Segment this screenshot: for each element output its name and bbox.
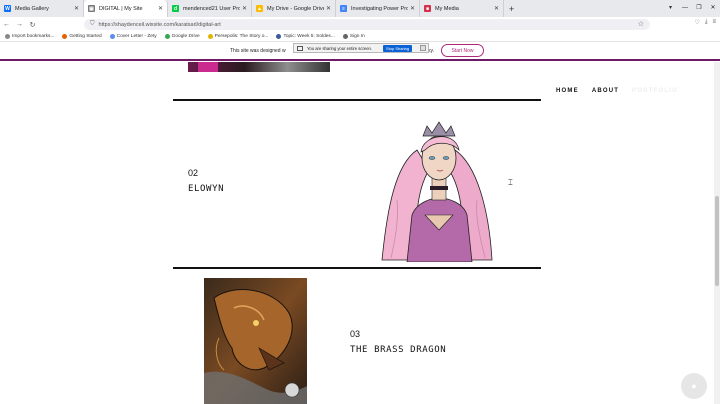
nav-home[interactable]: HOME <box>556 88 579 94</box>
artwork-image-elowyn[interactable] <box>377 120 497 262</box>
artwork-image-previous[interactable] <box>188 62 330 72</box>
mouse-cursor-icon: ⌶ <box>508 178 513 187</box>
browser-tab[interactable]: d mendenced21 User Profile | Dr...✕ <box>168 0 252 17</box>
address-bar[interactable]: ⛉ https://shaydenceil.wixsite.com/karats… <box>84 19 650 30</box>
bookmark-item[interactable]: Persepolis: The Story o... <box>207 34 269 39</box>
forward-icon[interactable]: → <box>13 21 26 28</box>
nav-about[interactable]: ABOUT <box>592 88 619 94</box>
close-tab-icon[interactable]: ✕ <box>158 5 163 12</box>
section-divider <box>173 99 541 101</box>
maximize-icon[interactable]: ❐ <box>692 0 706 17</box>
artwork-title: THE BRASS DRAGON <box>350 345 447 355</box>
site-icon: ▣ <box>88 5 95 12</box>
bookmark-star-icon[interactable]: ☆ <box>638 20 644 28</box>
bookmark-icon <box>207 34 213 39</box>
shield-icon: ⛉ <box>90 21 95 27</box>
tab-label: mendenced21 User Profile | Dr... <box>183 5 240 12</box>
tab-label: My Media <box>435 5 459 12</box>
wix-banner-message: This site was designed w <box>230 48 286 54</box>
bookmark-icon <box>164 34 170 39</box>
section-divider <box>173 267 541 269</box>
screen-share-bar: You are sharing your entire screen. Stop… <box>293 43 429 53</box>
nav-portfolio[interactable]: PORTFOLIO <box>632 88 678 94</box>
bookmark-icon <box>62 34 68 39</box>
url-text: https://shaydenceil.wixsite.com/karatsar… <box>98 21 221 28</box>
screen-icon <box>297 45 303 51</box>
browser-tab[interactable]: ■ My Media ✕ <box>420 0 504 17</box>
browser-tab[interactable]: ≡ Investigating Power Project - ...✕ <box>336 0 420 17</box>
wix-icon: W <box>4 5 11 12</box>
bookmark-label: Cover Letter - Zety <box>116 34 157 39</box>
bookmarks-bar: Import bookmarks... Getting Started Cover … <box>0 32 720 42</box>
bookmark-item[interactable]: Getting Started <box>62 34 102 39</box>
bookmark-icon <box>276 34 282 39</box>
hide-share-bar-icon[interactable] <box>420 45 426 51</box>
bookmark-icon <box>342 34 348 39</box>
media-icon: ■ <box>424 5 431 12</box>
bookmark-label: Persepolis: The Story o... <box>214 34 269 39</box>
google-drive-icon: ▲ <box>256 5 263 12</box>
tab-label: Investigating Power Project - ... <box>351 5 408 12</box>
bookmark-label: Sign In <box>349 34 365 39</box>
bookmark-label: Getting Started <box>69 34 102 39</box>
list-tabs-icon[interactable]: ▾ <box>669 4 672 11</box>
close-window-icon[interactable]: ✕ <box>706 0 720 17</box>
scrollbar-thumb[interactable] <box>715 196 719 286</box>
stop-sharing-button[interactable]: Stop Sharing <box>383 45 413 52</box>
start-now-button[interactable]: Start Now <box>441 44 484 57</box>
artwork-image-brass-dragon[interactable] <box>204 278 307 404</box>
chat-icon: ● <box>691 381 697 391</box>
close-tab-icon[interactable]: ✕ <box>74 5 79 12</box>
browser-toolbar: ← → ↻ ⛉ https://shaydenceil.wixsite.com/… <box>0 17 720 32</box>
bookmark-item[interactable]: Google Drive <box>164 34 200 39</box>
close-tab-icon[interactable]: ✕ <box>326 5 331 12</box>
bookmark-item[interactable]: Cover Letter - Zety <box>109 34 157 39</box>
browser-tab[interactable]: ▣ DIGITAL | My Site ✕ <box>84 0 168 17</box>
bookmark-label: Import bookmarks... <box>12 34 55 39</box>
tab-label: Media Gallery <box>15 5 49 12</box>
artwork-title: ELOWYN <box>188 184 225 194</box>
artwork-number: 02 <box>188 168 199 178</box>
artwork-number: 03 <box>350 329 361 339</box>
toolbar-right-icons: ♡ ⤓ ≡ <box>694 19 716 26</box>
site-page: HOME ABOUT PORTFOLIO 02 ELOWYN 03 THE BR… <box>0 62 720 404</box>
new-tab-button[interactable]: + <box>509 4 514 14</box>
browser-tab-bar: W Media Gallery ✕ ▣ DIGITAL | My Site ✕ d mende… <box>0 0 720 17</box>
close-tab-icon[interactable]: ✕ <box>494 5 499 12</box>
browser-tab[interactable]: W Media Gallery ✕ <box>0 0 84 17</box>
bookmark-item[interactable]: Topic: Week 5: Soldes... <box>276 34 335 39</box>
chat-bubble-button[interactable]: ● <box>681 373 707 399</box>
reload-icon[interactable]: ↻ <box>26 21 39 29</box>
close-tab-icon[interactable]: ✕ <box>242 5 247 12</box>
deviantart-icon: d <box>172 5 179 12</box>
bookmark-icon <box>109 34 115 39</box>
tab-label: My Drive - Google Drive <box>267 5 324 12</box>
bookmark-item[interactable]: Sign In <box>342 34 365 39</box>
page-scrollbar[interactable] <box>714 62 720 404</box>
close-tab-icon[interactable]: ✕ <box>410 5 415 12</box>
tab-label: DIGITAL | My Site <box>99 5 143 12</box>
site-nav: HOME ABOUT PORTFOLIO <box>556 88 678 94</box>
bookmark-label: Topic: Week 5: Soldes... <box>283 34 335 39</box>
bookmark-item[interactable]: Import bookmarks... <box>5 34 54 39</box>
bookmark-icon <box>5 34 10 39</box>
share-message: You are sharing your entire screen. <box>307 45 373 51</box>
browser-tab[interactable]: ▲ My Drive - Google Drive ✕ <box>252 0 336 17</box>
docs-icon: ≡ <box>340 5 347 12</box>
pocket-icon[interactable]: ♡ <box>694 19 699 26</box>
downloads-icon[interactable]: ⤓ <box>705 19 708 26</box>
bookmark-label: Google Drive <box>171 34 200 39</box>
minimize-icon[interactable]: — <box>678 0 692 17</box>
menu-icon[interactable]: ≡ <box>712 19 716 26</box>
back-icon[interactable]: ← <box>0 21 13 28</box>
window-controls: — ❐ ✕ <box>678 0 720 17</box>
